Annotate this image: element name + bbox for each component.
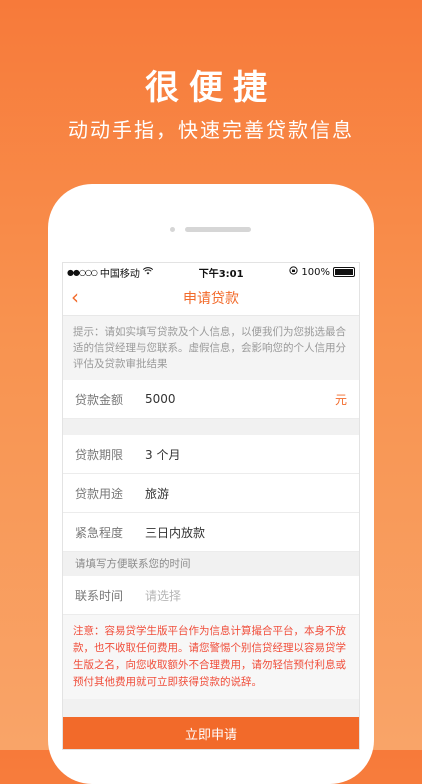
term-select[interactable]: 3 个月	[145, 446, 347, 463]
wifi-icon	[142, 266, 153, 278]
nav-bar: ‹ 申请贷款	[63, 281, 359, 316]
app-screen: ●●○○○ 中国移动 下午3:01 100% ‹ 申请贷款 提示：请如实填写贷款…	[62, 262, 360, 750]
battery-percent: 100%	[301, 266, 330, 278]
signal-icon: ●●○○○	[67, 267, 98, 277]
purpose-row[interactable]: 贷款用途 旅游	[63, 474, 359, 513]
amount-input[interactable]: 5000	[145, 392, 335, 406]
rotation-lock-icon	[289, 266, 299, 278]
contact-hint: 请填写方便联系您的时间	[63, 552, 359, 576]
urgency-select[interactable]: 三日内放款	[145, 524, 347, 541]
purpose-label: 贷款用途	[75, 486, 124, 501]
purpose-select[interactable]: 旅游	[145, 485, 347, 502]
term-label: 贷款期限	[75, 447, 124, 462]
contact-label: 联系时间	[75, 588, 124, 603]
section-gap	[63, 419, 359, 435]
battery-icon	[333, 267, 355, 277]
amount-row[interactable]: 贷款金额 5000 元	[63, 380, 359, 419]
phone-speaker	[185, 227, 251, 232]
page-title: 申请贷款	[183, 291, 239, 307]
phone-camera	[170, 227, 175, 232]
status-time: 下午3:01	[198, 268, 244, 280]
amount-label: 贷款金额	[75, 392, 124, 407]
carrier-label: 中国移动	[99, 268, 140, 280]
amount-unit: 元	[334, 392, 347, 407]
tip-text: 提示：请如实填写贷款及个人信息，以便我们为您挑选最合适的信贷经理与您联系。虚假信…	[63, 316, 359, 380]
urgency-label: 紧急程度	[75, 525, 124, 540]
hero-subtitle: 动动手指，快速完善贷款信息	[68, 118, 354, 142]
contact-row[interactable]: 联系时间 请选择	[63, 576, 359, 615]
notice-text: 注意：容易贷学生版平台作为信息计算撮合平台，本身不放款，也不收取任何费用。请您警…	[63, 615, 359, 699]
status-bar: ●●○○○ 中国移动 下午3:01 100%	[63, 263, 359, 281]
term-row[interactable]: 贷款期限 3 个月	[63, 435, 359, 474]
urgency-row[interactable]: 紧急程度 三日内放款	[63, 513, 359, 552]
submit-button[interactable]: 立即申请	[63, 717, 359, 749]
hero-title: 很便捷	[145, 68, 277, 108]
contact-time-select[interactable]: 请选择	[145, 587, 347, 604]
back-icon[interactable]: ‹	[71, 287, 79, 307]
